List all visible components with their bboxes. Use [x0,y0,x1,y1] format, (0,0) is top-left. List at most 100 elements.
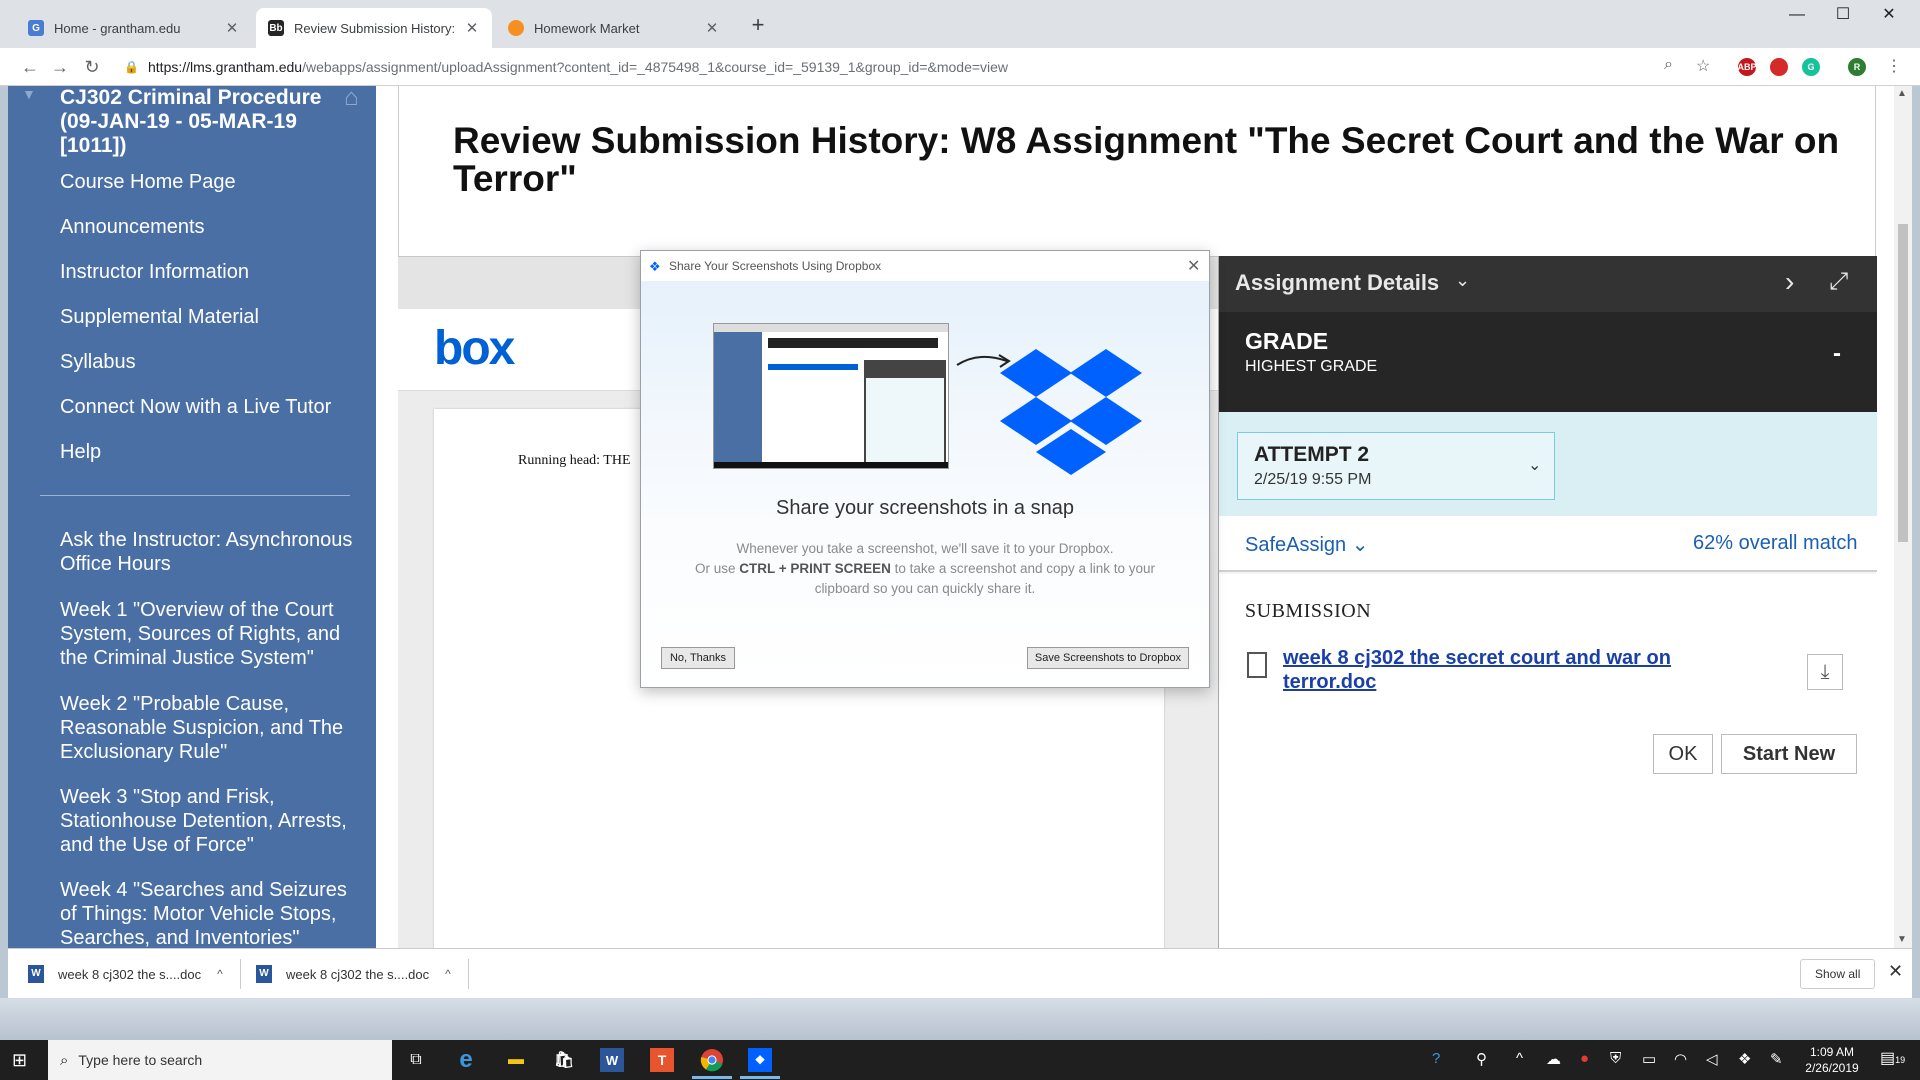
dropbox-dialog: ❖ Share Your Screenshots Using Dropbox ✕… [640,250,1210,688]
attempt-section: ATTEMPT 2 2/25/19 9:55 PM ⌄ [1219,412,1877,516]
nav-help[interactable]: Help [60,440,360,464]
attempt-select[interactable]: ATTEMPT 2 2/25/19 9:55 PM ⌄ [1237,432,1555,500]
chevron-right-icon[interactable]: › [1785,266,1794,298]
maximize-icon[interactable]: ☐ [1820,0,1866,30]
nav-syllabus[interactable]: Syllabus [60,350,360,374]
scrollbar-thumb[interactable] [1898,224,1908,542]
shield-icon[interactable]: ⛨ [1610,1050,1621,1067]
box-logo: box [434,322,515,375]
bookmark-star-icon[interactable]: ☆ [1696,56,1710,76]
submission-file-link[interactable]: week 8 cj302 the secret court and war on… [1283,646,1743,694]
home-icon[interactable]: ⌂ [344,86,359,112]
taskbar-search[interactable]: ⌕ Type here to search [48,1040,392,1080]
nav-ask-instructor[interactable]: Ask the Instructor: Asynchronous Office … [60,528,360,576]
caret-down-icon[interactable]: ▼ [22,86,36,102]
task-view-icon[interactable]: ⧉ [402,1046,430,1074]
battery-icon[interactable]: ▭ [1642,1050,1656,1068]
grade-section: GRADE HIGHEST GRADE - [1219,312,1877,412]
close-icon[interactable]: ✕ [1888,961,1903,982]
new-tab-button[interactable]: + [744,12,772,40]
course-menu: ▼ CJ302 Criminal Procedure (09-JAN-19 - … [8,86,376,948]
reload-icon[interactable]: ↻ [80,55,104,79]
tab-review-submission[interactable]: Bb Review Submission History: W8 A ✕ [256,8,492,48]
download-item[interactable]: W week 8 cj302 the s....doc ^ [256,949,451,999]
system-clock[interactable]: 1:09 AM 2/26/2019 [1800,1044,1864,1076]
close-icon[interactable]: ✕ [224,19,240,37]
download-icon[interactable]: ⤓ [1807,654,1843,690]
fullscreen-icon[interactable]: ⤢ [1829,268,1848,296]
profile-avatar[interactable]: R [1848,58,1866,76]
tab-home-grantham[interactable]: G Home - grantham.edu ✕ [16,8,252,48]
notification-center-icon[interactable]: ▤19 [1880,1048,1905,1068]
grammarly-extension-icon[interactable]: G [1802,58,1820,76]
adblock-extension-icon[interactable]: ABP [1738,58,1757,76]
page-scrollbar[interactable]: ▲ ▼ [1894,86,1912,948]
lastpass-extension-icon[interactable] [1770,58,1788,76]
nav-week-2[interactable]: Week 2 "Probable Cause, Reasonable Suspi… [60,692,360,764]
download-item[interactable]: W week 8 cj302 the s....doc ^ [28,949,223,999]
file-explorer-icon[interactable]: ▬ [502,1046,530,1074]
save-screenshots-button[interactable]: Save Screenshots to Dropbox [1027,647,1189,669]
tab-homework-market[interactable]: Homework Market ✕ [496,8,732,48]
menu-divider [40,495,350,496]
chrome-icon[interactable] [698,1046,726,1074]
details-title[interactable]: Assignment Details [1235,270,1439,296]
close-icon[interactable]: ✕ [1187,256,1200,276]
minimize-icon[interactable]: — [1774,0,1820,30]
window-close-icon[interactable]: ✕ [1866,0,1912,30]
dropbox-taskbar-icon[interactable]: ❖ [748,1048,772,1072]
chevron-up-icon[interactable]: ^ [217,967,223,981]
safeassign-label: SafeAssign [1245,534,1347,556]
chevron-up-icon[interactable]: ^ [445,967,451,981]
close-icon[interactable]: ✕ [464,19,480,37]
show-all-button[interactable]: Show all [1800,959,1876,989]
scroll-down-icon[interactable]: ▼ [1897,934,1907,945]
nav-week-3[interactable]: Week 3 "Stop and Frisk, Stationhouse Det… [60,785,360,857]
menu-kebab-icon[interactable]: ⋮ [1886,56,1902,76]
wifi-icon[interactable]: ◠ [1674,1050,1687,1068]
nav-week-4[interactable]: Week 4 "Searches and Seizures of Things:… [60,878,360,948]
cloud-icon[interactable]: ☁ [1546,1050,1561,1068]
lastpass-tray-icon[interactable]: ● [1580,1050,1589,1067]
dialog-heading: Share your screenshots in a snap [776,497,1074,519]
address-bar[interactable]: 🔒 https://lms.grantham.edu/webapps/assig… [114,53,1714,81]
chevron-down-icon[interactable]: ⌄ [1455,270,1470,291]
volume-icon[interactable]: ◁ [1706,1050,1718,1068]
grantham-favicon-icon: G [28,20,44,36]
nav-instructor-information[interactable]: Instructor Information [60,260,360,284]
dialog-description: Whenever you take a screenshot, we'll sa… [681,539,1169,599]
dropbox-tray-icon[interactable]: ❖ [1738,1050,1751,1068]
nav-live-tutor[interactable]: Connect Now with a Live Tutor [60,395,360,419]
no-thanks-button[interactable]: No, Thanks [661,647,735,669]
safeassign-toggle[interactable]: SafeAssign ⌄ [1245,532,1369,557]
course-title[interactable]: CJ302 Criminal Procedure (09-JAN-19 - 05… [60,86,350,158]
close-icon[interactable]: ✕ [704,19,720,37]
pen-icon[interactable]: ✎ [1770,1050,1783,1068]
overall-match[interactable]: 62% overall match [1693,532,1858,555]
ok-button[interactable]: OK [1653,734,1713,774]
nav-announcements[interactable]: Announcements [60,215,360,239]
people-icon[interactable]: ⚲ [1476,1050,1487,1068]
help-icon[interactable]: ? [1432,1050,1440,1067]
running-head: Running head: THE [518,453,631,468]
app-t-icon[interactable]: T [650,1048,674,1072]
chevron-up-icon[interactable]: ^ [1516,1050,1523,1067]
clock-time: 1:09 AM [1809,1045,1855,1059]
nav-course-home-page[interactable]: Course Home Page [60,170,360,194]
submission-heading: SUBMISSION [1245,600,1372,622]
scroll-up-icon[interactable]: ▲ [1897,88,1907,99]
edge-browser-icon[interactable]: e [452,1046,480,1074]
nav-supplemental-material[interactable]: Supplemental Material [60,305,360,329]
downloads-bar: W week 8 cj302 the s....doc ^ W week 8 c… [8,948,1912,998]
forward-arrow-icon[interactable]: → [48,55,72,79]
windows-start-icon[interactable]: ⊞ [12,1050,27,1071]
start-new-button[interactable]: Start New [1721,734,1857,774]
store-icon[interactable]: 🛍 [550,1046,578,1074]
zoom-icon[interactable]: ⌕ [1664,56,1673,74]
search-icon: ⌕ [60,1051,69,1069]
notification-count: 19 [1895,1055,1906,1065]
word-app-icon[interactable]: W [600,1048,624,1072]
search-placeholder: Type here to search [78,1052,203,1068]
back-arrow-icon[interactable]: ← [18,55,42,79]
nav-week-1[interactable]: Week 1 "Overview of the Court System, So… [60,598,360,670]
